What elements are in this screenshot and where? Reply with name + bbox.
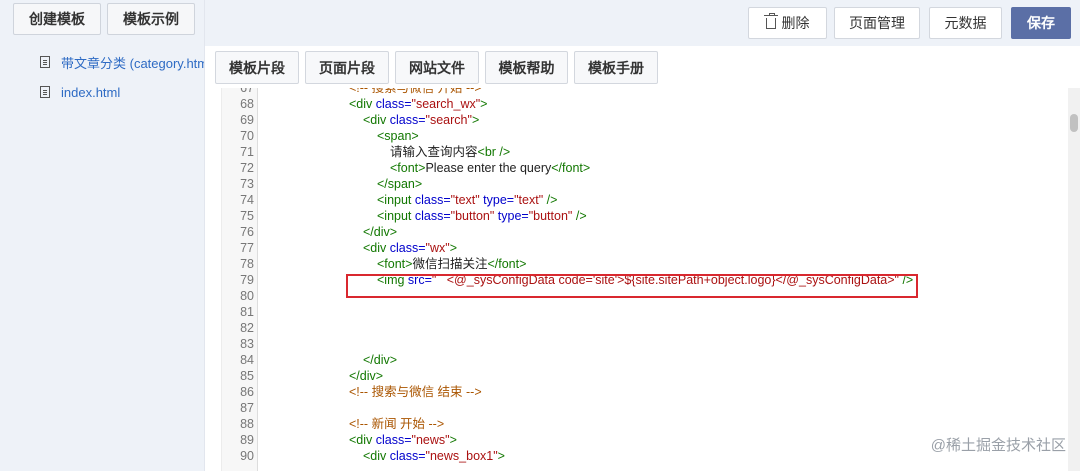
line-number: 75: [240, 209, 254, 223]
code-text: <div class="news_box1">: [363, 449, 505, 463]
highlight-annotation-box: [346, 274, 918, 298]
file-list: 带文章分类 (category.htm index.html: [0, 47, 204, 107]
code-line[interactable]: 87: [240, 400, 1068, 416]
line-number: 82: [240, 321, 254, 335]
line-number: 68: [240, 97, 254, 111]
code-text: <!-- 新闻 开始 -->: [349, 417, 445, 431]
template-example-button[interactable]: 模板示例: [107, 3, 195, 35]
code-text: <!-- 搜索与微信 结束 -->: [349, 385, 482, 399]
code-line[interactable]: 82: [240, 320, 1068, 336]
code-text: <input class="button" type="button" />: [377, 209, 587, 223]
editor-toolbar: 模板片段 页面片段 网站文件 模板帮助 模板手册: [205, 46, 1080, 92]
code-editor[interactable]: 67 <!-- 搜索与微信 开始 --> 68 <div class="search_…: [221, 88, 1080, 471]
code-line[interactable]: 88 <!-- 新闻 开始 -->: [240, 416, 1068, 432]
code-line[interactable]: 81: [240, 304, 1068, 320]
template-sidebar: 创建模板 模板示例 带文章分类 (category.htm index.html: [0, 0, 205, 471]
code-line[interactable]: 83: [240, 336, 1068, 352]
site-files-button[interactable]: 网站文件: [395, 51, 479, 84]
code-text: <!-- 搜索与微信 开始 -->: [349, 88, 482, 95]
line-number: 83: [240, 337, 254, 351]
code-line[interactable]: 69 <div class="search">: [240, 112, 1068, 128]
line-number: 70: [240, 129, 254, 143]
file-name: 带文章分类 (category.htm: [61, 55, 204, 71]
save-button[interactable]: 保存: [1011, 7, 1071, 39]
delete-button[interactable]: 删除: [748, 7, 827, 39]
template-help-button[interactable]: 模板帮助: [485, 51, 568, 84]
line-number: 85: [240, 369, 254, 383]
create-template-button[interactable]: 创建模板: [13, 3, 101, 35]
code-text: <div class="search_wx">: [349, 97, 488, 111]
page-manage-button[interactable]: 页面管理: [834, 7, 920, 39]
line-number: 72: [240, 161, 254, 175]
line-number: 77: [240, 241, 254, 255]
code-text: 请输入查询内容<br />: [390, 145, 511, 159]
code-text: <span>: [377, 129, 419, 143]
file-item-index[interactable]: index.html: [0, 77, 204, 107]
watermark: @稀土掘金技术社区: [931, 434, 1066, 455]
line-number: 84: [240, 353, 254, 367]
line-number: 76: [240, 225, 254, 239]
line-number: 87: [240, 401, 254, 415]
top-toolbar: 删除 页面管理 元数据 保存: [205, 0, 1080, 46]
code-text: <font>微信扫描关注</font>: [377, 257, 527, 271]
code-text: <div class="wx">: [363, 241, 458, 255]
editor-scrollbar[interactable]: [1068, 88, 1080, 471]
sidebar-toolbar: 创建模板 模板示例: [0, 0, 204, 38]
code-text: </div>: [363, 225, 398, 239]
metadata-button[interactable]: 元数据: [929, 7, 1002, 39]
code-text: </div>: [363, 353, 398, 367]
file-icon: [40, 56, 50, 68]
code-line[interactable]: 78 <font>微信扫描关注</font>: [240, 256, 1068, 272]
code-line[interactable]: 72 <font>Please enter the query</font>: [240, 160, 1068, 176]
code-line[interactable]: 85 </div>: [240, 368, 1068, 384]
template-fragment-button[interactable]: 模板片段: [215, 51, 299, 84]
code-text: </div>: [349, 369, 384, 383]
line-number: 90: [240, 449, 254, 463]
line-number: 71: [240, 145, 254, 159]
file-name: index.html: [61, 84, 121, 100]
code-text: </span>: [377, 177, 423, 191]
code-text: <div class="search">: [363, 113, 480, 127]
line-number: 74: [240, 193, 254, 207]
line-number: 69: [240, 113, 254, 127]
line-number: 80: [240, 289, 254, 303]
file-icon: [40, 86, 50, 98]
line-number: 88: [240, 417, 254, 431]
code-text: <div class="news">: [349, 433, 457, 447]
code-line[interactable]: 70 <span>: [240, 128, 1068, 144]
line-number: 79: [240, 273, 254, 287]
line-number: 78: [240, 257, 254, 271]
trash-icon: [763, 12, 778, 29]
line-number: 86: [240, 385, 254, 399]
code-text: <font>Please enter the query</font>: [390, 161, 591, 175]
code-line[interactable]: 71 请输入查询内容<br />: [240, 144, 1068, 160]
file-item-category[interactable]: 带文章分类 (category.htm: [0, 47, 204, 77]
code-line[interactable]: 77 <div class="wx">: [240, 240, 1068, 256]
page-fragment-button[interactable]: 页面片段: [305, 51, 389, 84]
code-line[interactable]: 74 <input class="text" type="text" />: [240, 192, 1068, 208]
line-number: 67: [240, 88, 254, 95]
delete-label: 删除: [781, 15, 810, 31]
line-number: 89: [240, 433, 254, 447]
code-line[interactable]: 76 </div>: [240, 224, 1068, 240]
code-text: <input class="text" type="text" />: [377, 193, 558, 207]
code-line[interactable]: 68 <div class="search_wx">: [240, 96, 1068, 112]
code-line[interactable]: 86 <!-- 搜索与微信 结束 -->: [240, 384, 1068, 400]
watermark-text: @稀土掘金技术社区: [930, 437, 1066, 454]
code-line[interactable]: 84 </div>: [240, 352, 1068, 368]
template-manual-button[interactable]: 模板手册: [574, 51, 658, 84]
code-line[interactable]: 73 </span>: [240, 176, 1068, 192]
line-number: 73: [240, 177, 254, 191]
code-line[interactable]: 67 <!-- 搜索与微信 开始 -->: [240, 88, 1068, 96]
line-number: 81: [240, 305, 254, 319]
scroll-thumb[interactable]: [1070, 114, 1078, 132]
code-line[interactable]: 75 <input class="button" type="button" />: [240, 208, 1068, 224]
